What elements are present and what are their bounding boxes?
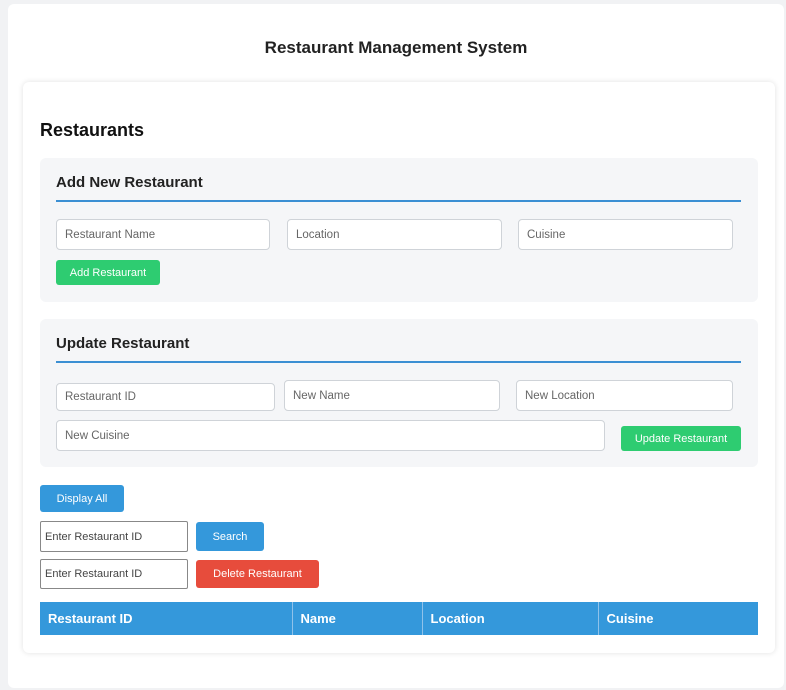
- column-header-restaurant-id: Restaurant ID: [40, 602, 293, 635]
- location-input[interactable]: [287, 219, 502, 250]
- delete-restaurant-button[interactable]: Delete Restaurant: [196, 560, 319, 588]
- add-restaurant-button[interactable]: Add Restaurant: [56, 260, 160, 285]
- add-restaurant-panel: Add New Restaurant Add Restaurant: [40, 158, 758, 302]
- update-restaurant-button[interactable]: Update Restaurant: [621, 426, 741, 451]
- update-restaurant-panel: Update Restaurant Update Restaurant: [40, 319, 758, 467]
- restaurant-id-input[interactable]: [56, 383, 275, 411]
- new-name-input[interactable]: [284, 380, 500, 411]
- search-id-input[interactable]: [40, 521, 188, 552]
- cuisine-input[interactable]: [518, 219, 733, 250]
- new-location-input[interactable]: [516, 380, 733, 411]
- add-panel-heading: Add New Restaurant: [56, 174, 741, 202]
- table-header-row: Restaurant ID Name Location Cuisine: [40, 602, 758, 635]
- app-title: Restaurant Management System: [264, 38, 528, 57]
- restaurants-card: Restaurants Add New Restaurant Add Resta…: [23, 82, 775, 653]
- display-all-button[interactable]: Display All: [40, 485, 124, 512]
- update-panel-heading: Update Restaurant: [56, 335, 741, 363]
- new-cuisine-input[interactable]: [56, 420, 605, 451]
- column-header-name: Name: [292, 602, 423, 635]
- column-header-location: Location: [422, 602, 599, 635]
- section-title: Restaurants: [40, 120, 145, 140]
- restaurants-table: Restaurant ID Name Location Cuisine: [40, 602, 758, 635]
- column-header-cuisine: Cuisine: [598, 602, 758, 635]
- delete-id-input[interactable]: [40, 559, 188, 589]
- restaurant-name-input[interactable]: [56, 219, 270, 250]
- page: Restaurant Management System Restaurants…: [8, 4, 784, 688]
- search-button[interactable]: Search: [196, 522, 264, 551]
